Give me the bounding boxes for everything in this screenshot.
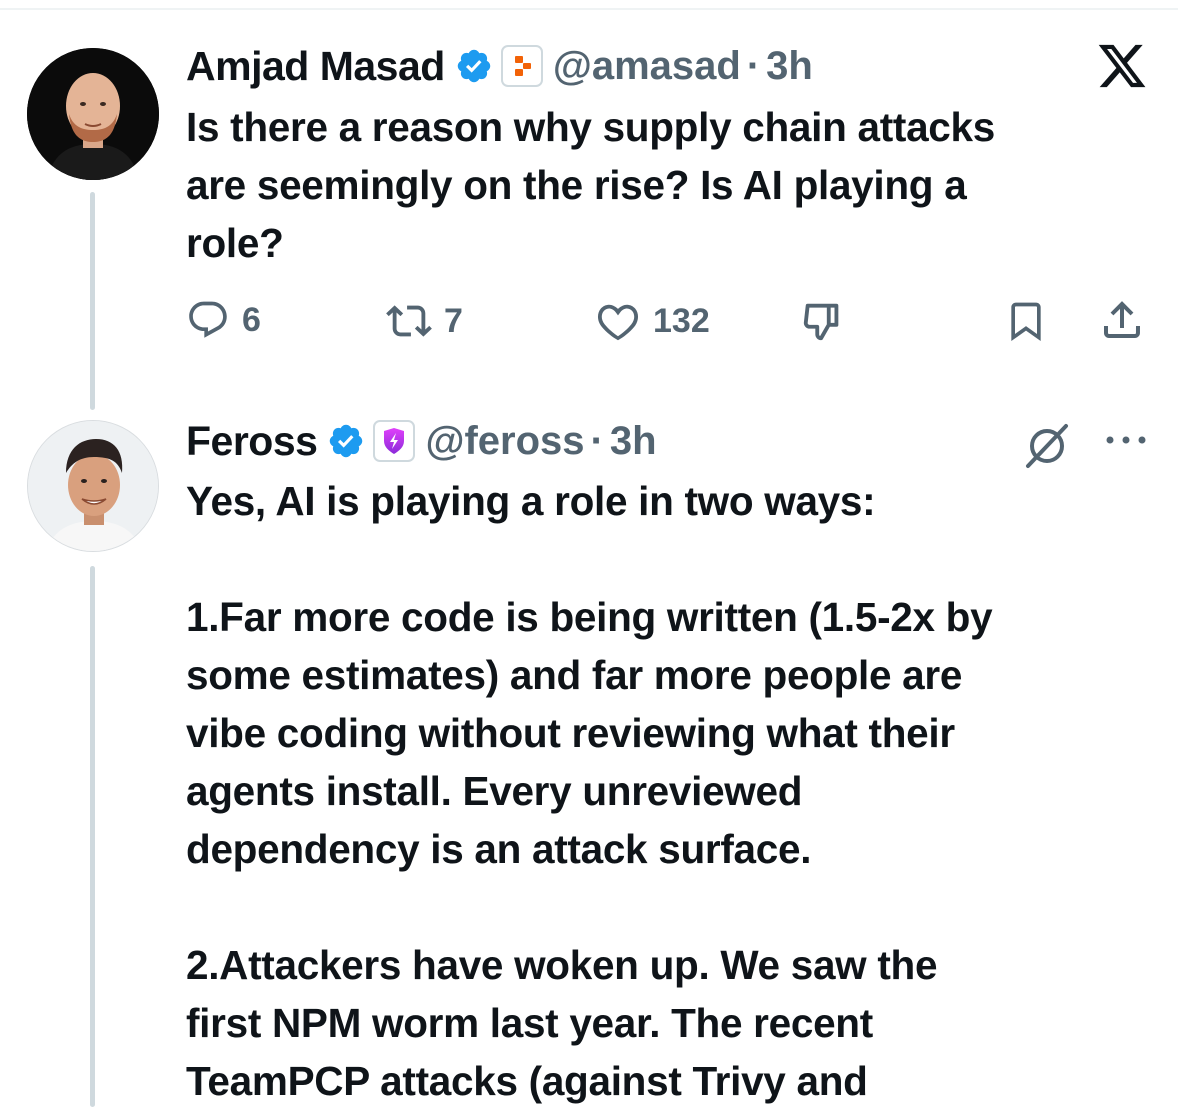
share-button[interactable] [1098,296,1146,344]
tweet-header: Amjad Masad @amasad · 3h [186,40,813,92]
avatar-amjad[interactable] [27,48,159,180]
author-handle[interactable]: @feross [425,419,584,464]
verified-badge-icon [327,422,365,460]
author-name[interactable]: Amjad Masad [186,43,445,90]
socket-logo-icon[interactable] [373,420,416,462]
divider [0,8,1178,10]
tweet-header: Feross @feross · 3h [186,415,657,467]
bookmark-button[interactable] [1004,298,1048,344]
timestamp[interactable]: 3h [610,419,657,464]
timestamp[interactable]: 3h [766,44,813,89]
tweet-text: Is there a reason why supply chain attac… [186,104,995,266]
author-handle[interactable]: @amasad [553,44,741,89]
repost-count: 7 [444,301,463,340]
thread-line [90,566,95,1107]
reply-icon [189,301,227,338]
bookmark-icon [1011,302,1041,342]
like-count: 132 [653,301,710,340]
verified-badge-icon [455,47,493,85]
repost-icon [386,305,432,337]
like-icon [597,304,639,341]
repost-button[interactable]: 7 [386,298,463,344]
action-bar: 6 7 132 [0,290,1178,350]
like-button[interactable]: 132 [595,298,710,344]
reply-button[interactable]: 6 [186,298,261,342]
share-icon [1104,301,1140,338]
dislike-button[interactable] [800,298,846,344]
more-icon[interactable] [1102,425,1150,455]
separator-dot: · [746,43,761,88]
x-logo-icon [1096,40,1148,92]
grok-icon[interactable] [1022,420,1072,470]
author-name[interactable]: Feross [186,418,318,465]
avatar-feross[interactable] [27,420,159,552]
dislike-icon [803,303,839,341]
replit-logo-icon[interactable] [500,45,543,87]
tweet-text: Yes, AI is playing a role in two ways: 1… [186,478,993,1104]
reply-count: 6 [242,300,261,339]
separator-dot: · [590,418,604,463]
